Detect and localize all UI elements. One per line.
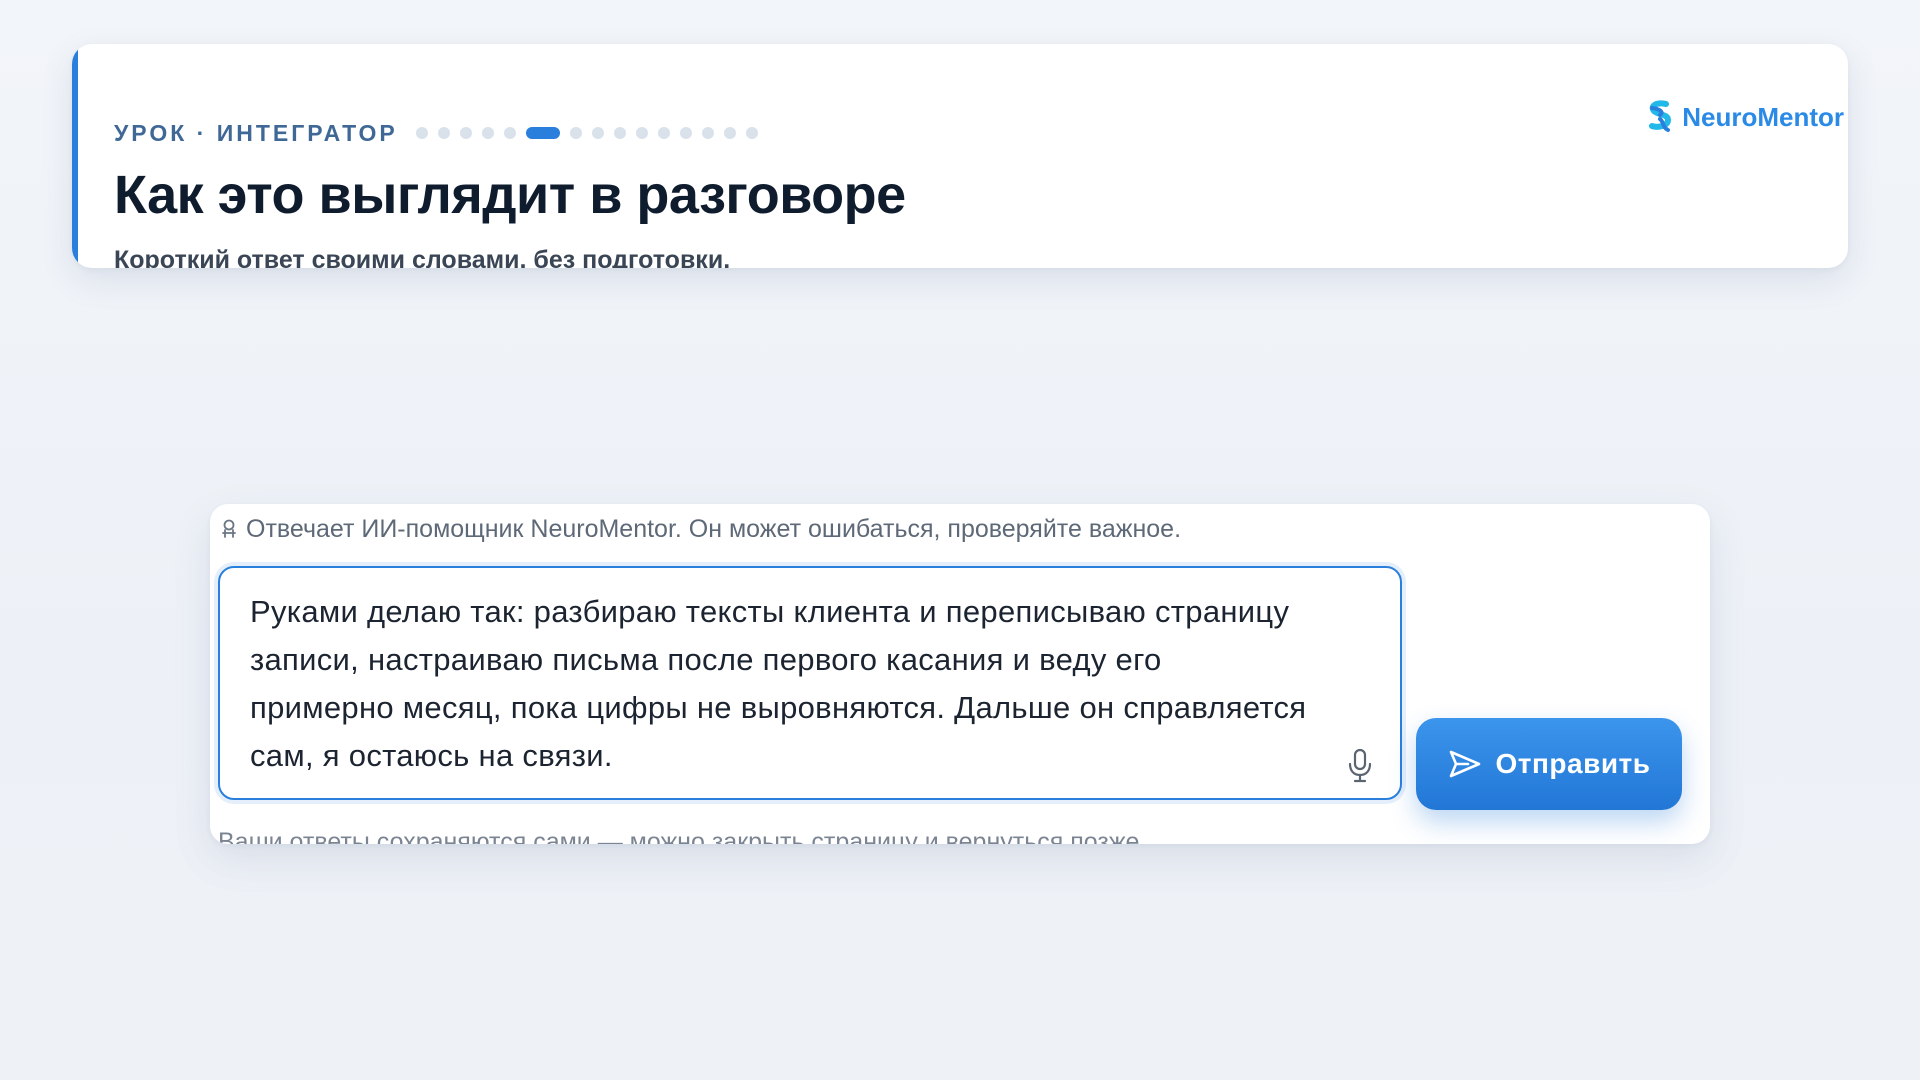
progress-dot: [679, 127, 692, 139]
progress-dot: [569, 127, 582, 139]
ai-assistant-icon: [222, 519, 236, 538]
lesson-header-card: УРОК · ИНТЕГРАТОР Как это выглядит в раз…: [72, 44, 1848, 268]
lesson-eyebrow-row: УРОК · ИНТЕГРАТОР: [114, 120, 758, 146]
lesson-eyebrow: УРОК · ИНТЕГРАТОР: [114, 120, 398, 146]
progress-dot: [503, 127, 516, 139]
progress-dot: [723, 127, 736, 139]
answer-composer: Отвечает ИИ-помощник NeuroMentor. Он мож…: [210, 504, 1710, 844]
progress-dot: [459, 127, 472, 139]
ai-disclaimer: Отвечает ИИ-помощник NeuroMentor. Он мож…: [220, 510, 1181, 548]
lesson-progress-dots: [415, 127, 758, 139]
answer-text: Руками делаю так: разбираю тексты клиент…: [250, 594, 1307, 773]
microphone-icon[interactable]: [1346, 748, 1374, 784]
neuromentor-logo-icon: [1649, 100, 1672, 132]
progress-dot: [437, 127, 450, 139]
brand-name: NeuroMentor: [1682, 101, 1844, 132]
answer-textarea[interactable]: Руками делаю так: разбираю тексты клиент…: [218, 566, 1402, 800]
page-subtitle: Короткий ответ своими словами, без подго…: [114, 246, 731, 268]
page-title: Как это выглядит в разговоре: [114, 165, 906, 225]
send-button-label: Отправить: [1495, 748, 1651, 779]
progress-dot: [745, 127, 758, 139]
brand-logo: NeuroMentor: [1646, 100, 1844, 134]
ai-disclaimer-text: Отвечает ИИ-помощник NeuroMentor. Он мож…: [246, 514, 1182, 543]
progress-dot: [701, 127, 714, 139]
send-icon: [1449, 750, 1480, 778]
progress-dot: [635, 127, 648, 139]
progress-dot: [613, 127, 626, 139]
progress-dot: [415, 127, 428, 139]
autosave-note: Ваши ответы сохраняются сами — можно зак…: [218, 828, 1147, 844]
progress-dot: [657, 127, 670, 139]
progress-dot: [591, 127, 604, 139]
progress-dot: [481, 127, 494, 139]
header-accent-bar: [72, 44, 78, 268]
send-button[interactable]: Отправить: [1416, 718, 1682, 810]
progress-dot-current: [525, 127, 560, 139]
